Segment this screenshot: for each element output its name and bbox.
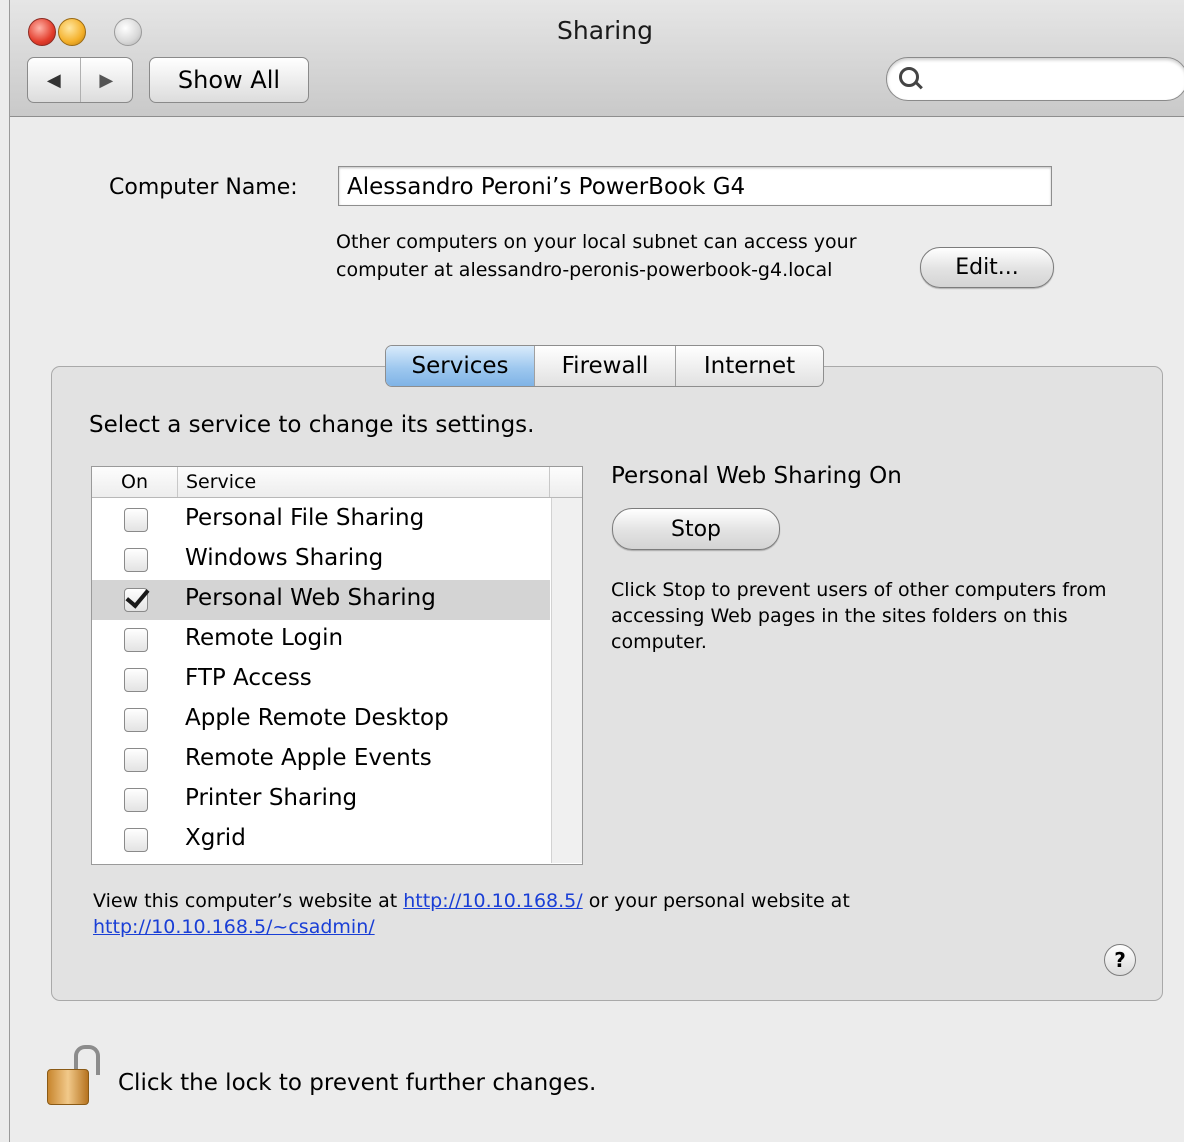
sharing-window: Sharing ◀ ▶ Show All Computer Name: Ales… — [9, 0, 1184, 1142]
website-prefix-text: View this computer’s website at — [93, 890, 404, 912]
lock-text: Click the lock to prevent further change… — [118, 1070, 597, 1096]
service-name: Remote Login — [185, 625, 344, 651]
service-row-printer-sharing[interactable]: Printer Sharing — [92, 780, 550, 820]
tab-firewall[interactable]: Firewall — [535, 346, 676, 386]
window-title: Sharing — [557, 16, 653, 45]
service-checkbox[interactable] — [124, 628, 148, 652]
service-name: FTP Access — [185, 665, 312, 691]
service-row-ftp-access[interactable]: FTP Access — [92, 660, 550, 700]
service-checkbox[interactable] — [124, 708, 148, 732]
services-table: On Service Personal File Sharing Windows… — [91, 466, 583, 865]
stop-button[interactable]: Stop — [612, 508, 780, 550]
service-name: Xgrid — [185, 825, 246, 851]
service-name: Remote Apple Events — [185, 745, 432, 771]
personal-website-link[interactable]: http://10.10.168.5/~csadmin/ — [93, 916, 375, 938]
service-name: Windows Sharing — [185, 545, 384, 571]
website-middle-text: or your personal website at — [582, 890, 850, 912]
tab-services[interactable]: Services — [386, 346, 535, 386]
forward-button[interactable]: ▶ — [81, 58, 133, 102]
tab-bar: Services Firewall Internet — [385, 345, 824, 387]
service-checkbox[interactable] — [124, 508, 148, 532]
stop-description: Click Stop to prevent users of other com… — [611, 579, 1107, 653]
back-forward-buttons: ◀ ▶ — [27, 57, 133, 103]
tab-internet[interactable]: Internet — [676, 346, 823, 386]
lock-open-icon[interactable] — [47, 1045, 100, 1107]
service-checkbox[interactable] — [124, 668, 148, 692]
service-row-remote-apple-events[interactable]: Remote Apple Events — [92, 740, 550, 780]
search-icon — [899, 67, 919, 87]
service-row-personal-web-sharing[interactable]: Personal Web Sharing — [92, 580, 550, 620]
computer-name-label: Computer Name: — [109, 175, 298, 200]
back-button[interactable]: ◀ — [28, 58, 81, 102]
service-status-text: Personal Web Sharing On — [611, 463, 902, 489]
service-name: Apple Remote Desktop — [185, 705, 449, 731]
service-name: Printer Sharing — [185, 785, 358, 811]
edit-button[interactable]: Edit... — [920, 247, 1054, 288]
website-info: View this computer’s website at http://1… — [93, 888, 1083, 940]
column-header-on[interactable]: On — [92, 467, 178, 497]
service-row-remote-login[interactable]: Remote Login — [92, 620, 550, 660]
service-row-xgrid[interactable]: Xgrid — [92, 820, 550, 860]
service-row-windows-sharing[interactable]: Windows Sharing — [92, 540, 550, 580]
computer-website-link[interactable]: http://10.10.168.5/ — [403, 890, 582, 912]
subnet-address-text: Other computers on your local subnet can… — [336, 231, 857, 281]
title-bar: Sharing ◀ ▶ Show All — [10, 0, 1184, 117]
service-row-personal-file-sharing[interactable]: Personal File Sharing — [92, 500, 550, 540]
service-hint-text: Select a service to change its settings. — [89, 412, 535, 438]
table-header: On Service — [92, 467, 582, 498]
computer-name-field[interactable]: Alessandro Peroni’s PowerBook G4 — [338, 166, 1052, 206]
service-rows: Personal File Sharing Windows Sharing Pe… — [92, 500, 550, 860]
service-checkbox[interactable] — [124, 788, 148, 812]
search-field[interactable] — [886, 57, 1184, 101]
table-scrollbar[interactable] — [551, 498, 582, 863]
service-checkbox[interactable] — [124, 828, 148, 852]
column-header-service[interactable]: Service — [178, 467, 550, 497]
show-all-button[interactable]: Show All — [149, 57, 309, 103]
service-row-apple-remote-desktop[interactable]: Apple Remote Desktop — [92, 700, 550, 740]
service-name: Personal File Sharing — [185, 505, 425, 531]
help-icon[interactable]: ? — [1104, 944, 1136, 976]
service-checkbox[interactable] — [124, 588, 148, 612]
lock-body — [47, 1069, 89, 1105]
service-checkbox[interactable] — [124, 748, 148, 772]
service-checkbox[interactable] — [124, 548, 148, 572]
search-input[interactable] — [927, 66, 1171, 92]
service-name: Personal Web Sharing — [185, 585, 436, 611]
